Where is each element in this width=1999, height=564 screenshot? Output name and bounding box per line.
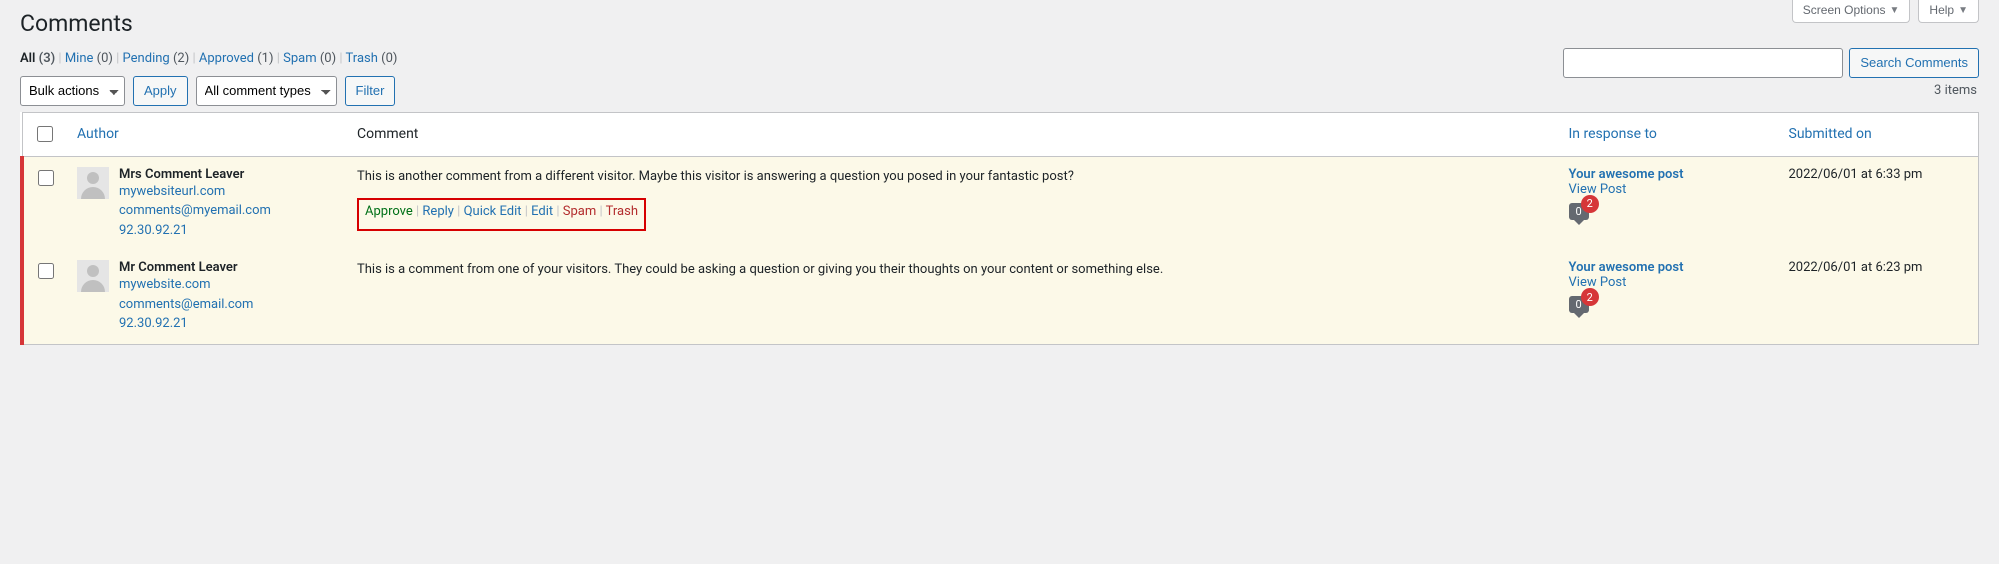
page-title: Comments [20, 0, 1979, 43]
row-checkbox[interactable] [38, 170, 54, 186]
search-box: Search Comments [1563, 48, 1979, 78]
comment-count-bubble[interactable]: 02 [1569, 203, 1589, 220]
table-row: Mrs Comment Leavermywebsiteurl.comcommen… [22, 156, 1979, 250]
screen-options-button[interactable]: Screen Options ▼ [1792, 0, 1911, 23]
status-tab-count: (0) [320, 51, 336, 66]
response-post-link[interactable]: Your awesome post [1569, 167, 1769, 182]
status-tab-count: (0) [381, 51, 397, 66]
status-tab-spam[interactable]: Spam (0) [274, 51, 337, 66]
quick-edit-action[interactable]: Quick Edit [464, 204, 522, 219]
author-name: Mr Comment Leaver [119, 260, 253, 275]
author-ip[interactable]: 92.30.92.21 [119, 221, 271, 241]
approve-action[interactable]: Approve [365, 204, 413, 219]
status-tab-count: (1) [257, 51, 273, 66]
col-submitted[interactable]: Submitted on [1779, 112, 1979, 156]
submitted-date: 2022/06/01 at 6:23 pm [1779, 250, 1979, 344]
submitted-date: 2022/06/01 at 6:33 pm [1779, 156, 1979, 250]
status-tab-count: (3) [39, 51, 56, 66]
status-tab-pending[interactable]: Pending (2) [113, 51, 189, 66]
select-all-checkbox[interactable] [37, 126, 53, 142]
chevron-down-icon: ▼ [1958, 5, 1968, 16]
view-post-link[interactable]: View Post [1569, 275, 1769, 290]
col-response[interactable]: In response to [1559, 112, 1779, 156]
status-tab-link[interactable]: Approved (1) [199, 51, 274, 66]
avatar [77, 167, 109, 199]
bulk-toolbar: Bulk actions Apply All comment types Fil… [20, 76, 1979, 106]
view-post-link[interactable]: View Post [1569, 182, 1769, 197]
bubble-pending-badge: 2 [1581, 288, 1599, 306]
status-tab-trash[interactable]: Trash (0) [336, 51, 397, 66]
status-tab-count: (2) [173, 51, 189, 66]
author-email[interactable]: comments@myemail.com [119, 201, 271, 221]
author-email[interactable]: comments@email.com [119, 295, 253, 315]
row-actions: Approve Reply Quick Edit Edit Spam Trash [357, 198, 646, 231]
response-post-link[interactable]: Your awesome post [1569, 260, 1769, 275]
avatar [77, 260, 109, 292]
status-tab-count: (0) [97, 51, 113, 66]
filter-button[interactable]: Filter [345, 76, 396, 106]
trash-action[interactable]: Trash [606, 204, 638, 219]
status-tab-link[interactable]: Mine (0) [65, 51, 113, 66]
table-row: Mr Comment Leavermywebsite.comcomments@e… [22, 250, 1979, 344]
status-tab-link[interactable]: Spam (0) [283, 51, 336, 66]
comment-text: This is a comment from one of your visit… [357, 260, 1549, 280]
bubble-pending-badge: 2 [1581, 195, 1599, 213]
author-ip[interactable]: 92.30.92.21 [119, 314, 253, 334]
search-input[interactable] [1563, 48, 1843, 78]
comments-table: Author Comment In response to Submitted … [20, 112, 1979, 345]
col-comment: Comment [347, 112, 1559, 156]
screen-options-label: Screen Options [1803, 3, 1886, 17]
status-tab-link[interactable]: Pending (2) [123, 51, 190, 66]
comment-type-select[interactable]: All comment types [196, 76, 337, 106]
bulk-actions-select[interactable]: Bulk actions [20, 76, 125, 106]
status-tab-mine[interactable]: Mine (0) [55, 51, 113, 66]
search-button[interactable]: Search Comments [1849, 48, 1979, 78]
col-author[interactable]: Author [67, 112, 347, 156]
comment-count-bubble[interactable]: 02 [1569, 296, 1589, 313]
status-tab-link[interactable]: Trash (0) [346, 51, 398, 66]
help-label: Help [1929, 3, 1954, 17]
status-tab-approved[interactable]: Approved (1) [189, 51, 273, 66]
help-button[interactable]: Help ▼ [1918, 0, 1979, 23]
comment-text: This is another comment from a different… [357, 167, 1549, 187]
author-name: Mrs Comment Leaver [119, 167, 271, 182]
apply-button[interactable]: Apply [133, 76, 188, 106]
chevron-down-icon: ▼ [1890, 5, 1900, 16]
author-url[interactable]: mywebsiteurl.com [119, 182, 271, 202]
status-tab-link[interactable]: All (3) [20, 51, 55, 66]
status-tab-all[interactable]: All (3) [20, 51, 55, 66]
spam-action[interactable]: Spam [563, 204, 597, 219]
author-url[interactable]: mywebsite.com [119, 275, 253, 295]
row-checkbox[interactable] [38, 263, 54, 279]
items-count: 3 items [1934, 83, 1979, 98]
reply-action[interactable]: Reply [422, 204, 454, 219]
edit-action[interactable]: Edit [531, 204, 553, 219]
